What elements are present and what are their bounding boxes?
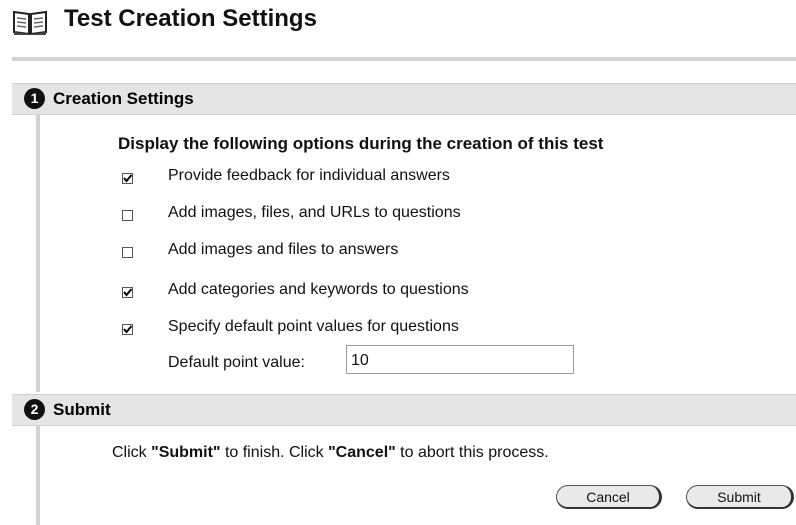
checkbox-categories[interactable]: [122, 287, 133, 298]
cancel-keyword: "Cancel": [328, 444, 396, 461]
section-title-creation-settings: Creation Settings: [53, 89, 194, 108]
option-row-answer-media[interactable]: Add images and files to answers: [118, 241, 718, 267]
book-icon: [12, 8, 48, 36]
option-label-point-values: Specify default point values for questio…: [168, 318, 459, 335]
page-title: Test Creation Settings: [64, 5, 317, 32]
section-title-submit: Submit: [53, 400, 111, 419]
creation-instructions: Display the following options during the…: [118, 134, 604, 153]
option-row-feedback[interactable]: Provide feedback for individual answers: [118, 167, 718, 193]
submit-keyword: "Submit": [151, 444, 221, 461]
submit-text-prefix: Click: [112, 444, 152, 461]
checkbox-answer-media[interactable]: [122, 247, 133, 258]
page-header: Test Creation Settings: [0, 0, 796, 50]
default-point-label: Default point value:: [168, 354, 305, 371]
checkbox-feedback[interactable]: [122, 173, 133, 184]
option-label-feedback: Provide feedback for individual answers: [168, 167, 450, 184]
step-2-circle-icon: 2: [24, 399, 45, 420]
checkbox-question-media[interactable]: [122, 210, 133, 221]
submit-text-middle: to finish. Click: [220, 444, 329, 461]
check-icon: [123, 288, 133, 297]
header-divider: [12, 57, 796, 61]
section-creation-settings-header: 1 Creation Settings: [12, 83, 796, 115]
option-label-categories: Add categories and keywords to questions: [168, 281, 469, 298]
check-icon: [123, 325, 133, 334]
option-label-answer-media: Add images and files to answers: [168, 241, 399, 258]
cancel-button[interactable]: Cancel: [556, 485, 662, 509]
section-submit-header: 2 Submit: [12, 394, 796, 426]
option-row-question-media[interactable]: Add images, files, and URLs to questions: [118, 204, 718, 230]
section-2-left-rule: [36, 426, 40, 525]
submit-instructions: Click "Submit" to finish. Click "Cancel"…: [112, 444, 549, 462]
checkbox-point-values[interactable]: [122, 324, 133, 335]
option-row-categories[interactable]: Add categories and keywords to questions: [118, 281, 718, 307]
submit-button[interactable]: Submit: [686, 485, 794, 509]
default-point-input[interactable]: [346, 345, 574, 374]
submit-text-suffix: to abort this process.: [395, 444, 549, 461]
check-icon: [123, 174, 133, 183]
section-1-left-rule: [36, 115, 40, 392]
step-1-circle-icon: 1: [24, 88, 45, 109]
option-label-question-media: Add images, files, and URLs to questions: [168, 204, 461, 221]
option-row-point-values[interactable]: Specify default point values for questio…: [118, 318, 718, 344]
